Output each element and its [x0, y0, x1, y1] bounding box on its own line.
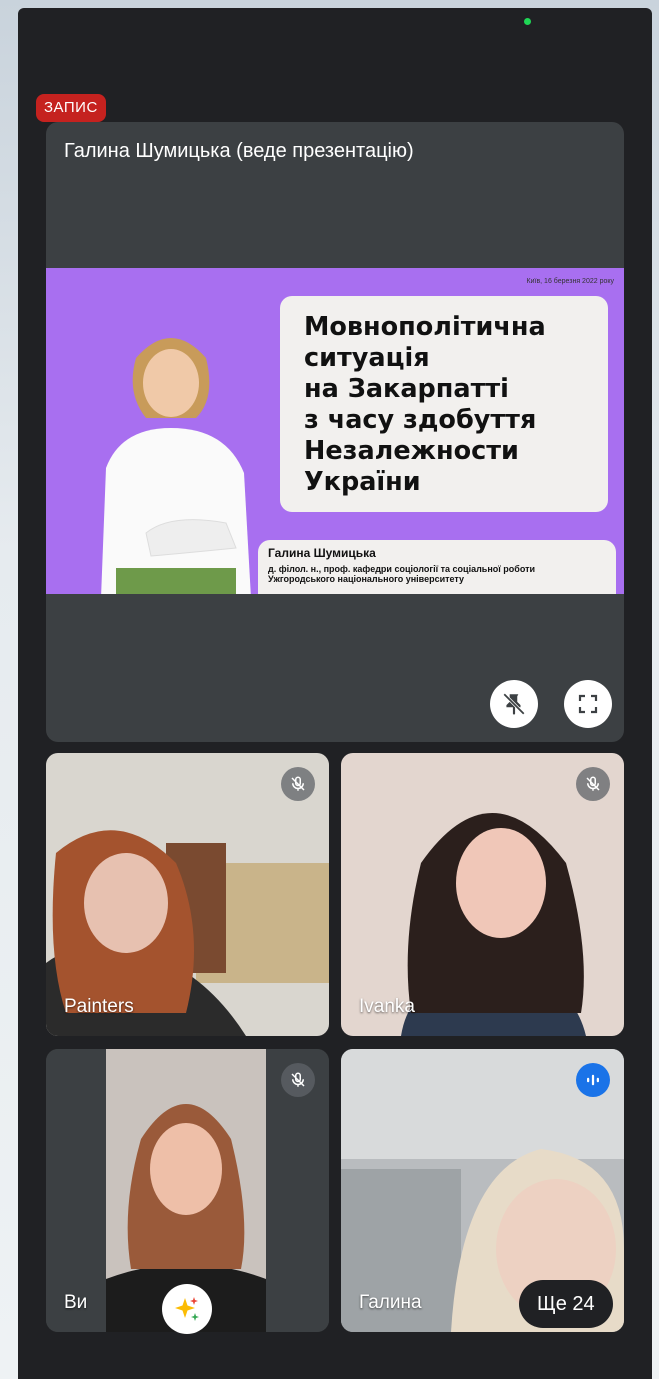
mic-off-icon [291, 776, 305, 791]
presenter-title: Галина Шумицька (веде презентацію) [64, 140, 414, 162]
more-participants-button[interactable]: Ще 24 [519, 1280, 613, 1328]
caption-desc-line1: д. філол. н., проф. кафедри соціології т… [268, 564, 536, 574]
participant-tile-ivanka[interactable]: Ivanka [341, 753, 624, 1036]
caption-desc-line2: Ужгородського національного університету [268, 574, 465, 584]
slide-heading: Мовнополітична ситуація на Закарпатті з … [304, 312, 546, 497]
participant-name: Ivanka [359, 996, 415, 1017]
sparkle-icon [175, 1297, 199, 1321]
meet-screen: ЗАПИС Галина Шумицька (веде презентацію)… [18, 8, 652, 1379]
camera-indicator [524, 18, 531, 25]
speaking-icon [587, 1074, 599, 1086]
participant-tile-painters[interactable]: Painters [46, 753, 329, 1036]
caption-speaker-name: Галина Шумицька [268, 546, 376, 560]
speaker-photo [101, 338, 251, 594]
mic-off-status [281, 1063, 315, 1097]
mic-off-icon [586, 776, 600, 791]
fullscreen-button[interactable] [564, 680, 612, 728]
slide-date: Київ, 16 березня 2022 року [526, 278, 614, 285]
slide-title-card: Мовнополітична ситуація на Закарпатті з … [280, 296, 608, 512]
participant-name: Painters [64, 996, 134, 1017]
mic-off-status [281, 767, 315, 801]
unpin-icon [503, 693, 525, 715]
speaking-status [576, 1063, 610, 1097]
fullscreen-icon [578, 694, 598, 714]
mic-off-icon [291, 1072, 305, 1087]
effects-button[interactable] [162, 1284, 212, 1334]
slide-caption: Галина Шумицька д. філол. н., проф. кафе… [258, 540, 616, 594]
participant-name: Галина [359, 1292, 422, 1313]
recording-badge: ЗАПИС [36, 94, 106, 122]
presentation-tile[interactable]: Галина Шумицька (веде презентацію) Київ,… [46, 122, 624, 742]
mic-off-status [576, 767, 610, 801]
unpin-button[interactable] [490, 680, 538, 728]
participant-name: Ви [64, 1292, 88, 1313]
presentation-slide: Київ, 16 березня 2022 року Мовнополітичн… [46, 268, 624, 594]
